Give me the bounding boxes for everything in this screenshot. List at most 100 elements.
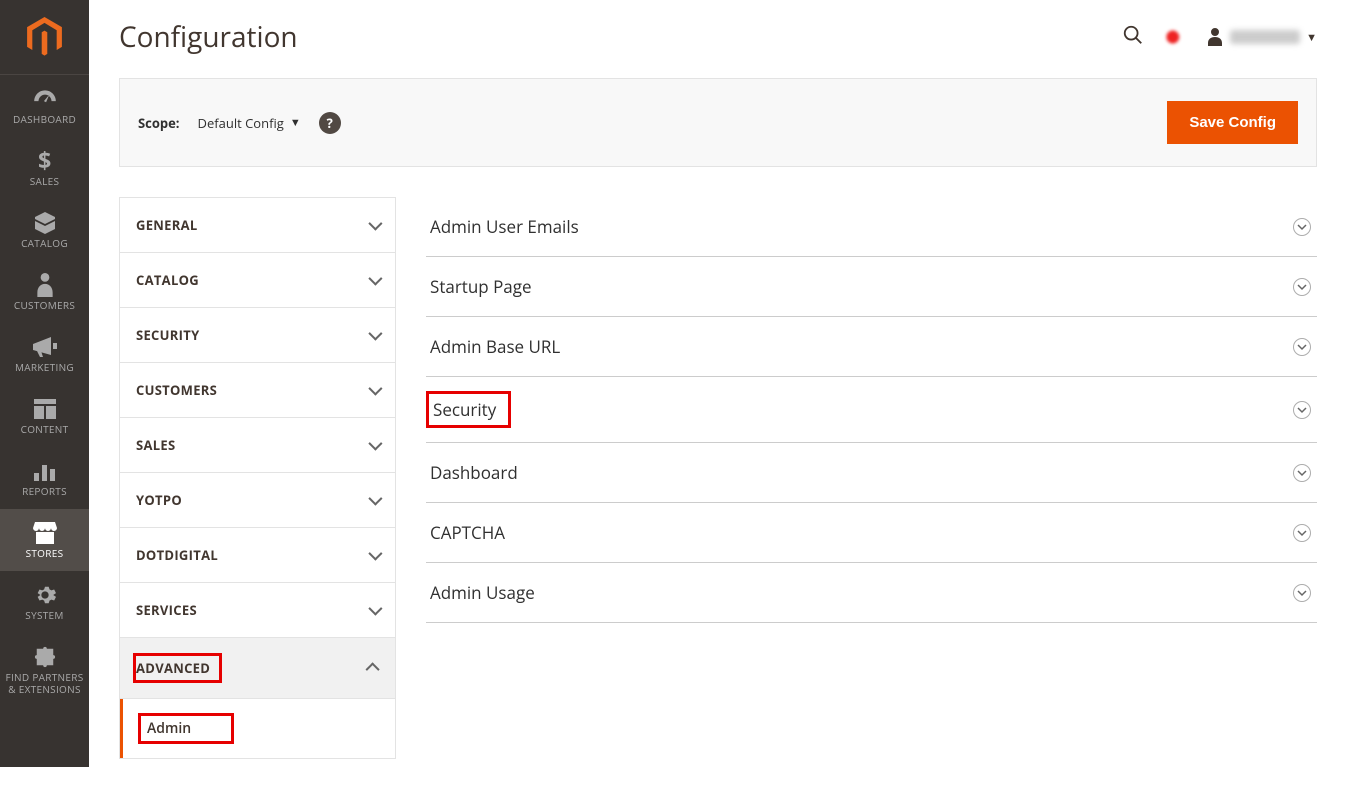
section-title: Dashboard xyxy=(430,461,518,484)
sidebar-item-label: MARKETING xyxy=(11,361,78,373)
config-group-label: CATALOG xyxy=(136,271,199,289)
config-group-label: GENERAL xyxy=(136,216,198,234)
section-captcha[interactable]: CAPTCHA xyxy=(426,503,1317,563)
config-content: GENERAL CATALOG SECURITY CUSTOMERS SALES… xyxy=(119,197,1317,759)
config-group-advanced-items: Admin xyxy=(120,699,395,758)
main-content: Configuration ▼ Scope: Default Config ▼ … xyxy=(89,0,1347,799)
puzzle-icon xyxy=(34,643,56,671)
bar-chart-icon xyxy=(34,457,56,485)
account-menu[interactable]: ▼ xyxy=(1206,28,1317,46)
storefront-icon xyxy=(33,519,57,547)
magento-logo[interactable] xyxy=(0,0,89,75)
sidebar-item-stores[interactable]: STORES xyxy=(0,509,89,571)
sidebar-item-label: SALES xyxy=(26,175,64,187)
notification-indicator[interactable] xyxy=(1164,28,1186,46)
section-title: Admin Usage xyxy=(430,581,535,604)
sidebar-item-label: SYSTEM xyxy=(21,609,67,621)
page-title: Configuration xyxy=(119,18,298,56)
config-group-general[interactable]: GENERAL xyxy=(120,198,395,253)
section-security[interactable]: Security xyxy=(426,377,1317,443)
section-admin-user-emails[interactable]: Admin User Emails xyxy=(426,197,1317,257)
megaphone-icon xyxy=(33,333,57,361)
highlight-advanced: ADVANCED xyxy=(133,653,222,683)
config-group-advanced[interactable]: ADVANCED xyxy=(120,638,395,699)
sidebar-item-label: CONTENT xyxy=(17,423,73,435)
sidebar-item-label: STORES xyxy=(22,547,68,559)
chevron-down-icon xyxy=(369,601,379,619)
user-icon xyxy=(1206,28,1224,46)
config-group-catalog[interactable]: CATALOG xyxy=(120,253,395,308)
section-title: Admin User Emails xyxy=(430,215,579,238)
dollar-icon: $ xyxy=(38,147,52,175)
sidebar-item-customers[interactable]: CUSTOMERS xyxy=(0,261,89,323)
gear-icon xyxy=(34,581,56,609)
section-dashboard[interactable]: Dashboard xyxy=(426,443,1317,503)
header-actions: ▼ xyxy=(1122,24,1317,50)
sidebar-item-system[interactable]: SYSTEM xyxy=(0,571,89,633)
gauge-icon xyxy=(32,85,58,113)
admin-sidebar: DASHBOARD $ SALES CATALOG CUSTOMERS MARK… xyxy=(0,0,89,767)
config-group-label: SECURITY xyxy=(136,326,199,344)
config-group-label: SERVICES xyxy=(136,601,197,619)
box-icon xyxy=(33,209,57,237)
caret-down-icon: ▼ xyxy=(290,115,301,130)
chevron-down-icon xyxy=(369,546,379,564)
sidebar-item-reports[interactable]: REPORTS xyxy=(0,447,89,509)
highlight-admin: Admin xyxy=(138,713,234,744)
section-admin-base-url[interactable]: Admin Base URL xyxy=(426,317,1317,377)
page-header: Configuration ▼ xyxy=(89,0,1347,78)
chevron-down-icon xyxy=(369,216,379,234)
sidebar-item-catalog[interactable]: CATALOG xyxy=(0,199,89,261)
section-startup-page[interactable]: Startup Page xyxy=(426,257,1317,317)
scope-bar: Scope: Default Config ▼ ? Save Config xyxy=(119,78,1317,167)
chevron-up-icon xyxy=(369,659,379,677)
expand-icon xyxy=(1293,278,1311,296)
caret-down-icon: ▼ xyxy=(1306,30,1317,45)
help-icon[interactable]: ? xyxy=(319,112,341,134)
section-title: Admin Base URL xyxy=(430,335,560,358)
config-group-label: DOTDIGITAL xyxy=(136,546,218,564)
chevron-down-icon xyxy=(369,436,379,454)
section-title: Security xyxy=(433,398,496,421)
chevron-down-icon xyxy=(369,326,379,344)
sidebar-item-label: DASHBOARD xyxy=(9,113,80,125)
scope-label: Scope: xyxy=(138,114,180,132)
config-group-label: YOTPO xyxy=(136,491,182,509)
sidebar-item-partners[interactable]: FIND PARTNERS & EXTENSIONS xyxy=(0,633,89,707)
chevron-down-icon xyxy=(369,491,379,509)
person-icon xyxy=(36,271,54,299)
config-subitem-label: Admin xyxy=(147,719,191,738)
highlight-security: Security xyxy=(426,391,511,428)
search-icon[interactable] xyxy=(1122,24,1144,50)
config-group-services[interactable]: SERVICES xyxy=(120,583,395,638)
config-group-yotpo[interactable]: YOTPO xyxy=(120,473,395,528)
config-group-sales[interactable]: SALES xyxy=(120,418,395,473)
sidebar-item-content[interactable]: CONTENT xyxy=(0,385,89,447)
config-subitem-admin[interactable]: Admin xyxy=(120,699,395,758)
account-name xyxy=(1230,30,1300,44)
save-config-button[interactable]: Save Config xyxy=(1167,101,1298,144)
section-title: CAPTCHA xyxy=(430,521,505,544)
config-group-dotdigital[interactable]: DOTDIGITAL xyxy=(120,528,395,583)
expand-icon xyxy=(1293,524,1311,542)
section-admin-usage[interactable]: Admin Usage xyxy=(426,563,1317,623)
sidebar-item-label: CUSTOMERS xyxy=(10,299,79,311)
sidebar-item-marketing[interactable]: MARKETING xyxy=(0,323,89,385)
config-group-customers[interactable]: CUSTOMERS xyxy=(120,363,395,418)
section-title: Startup Page xyxy=(430,275,532,298)
config-group-security[interactable]: SECURITY xyxy=(120,308,395,363)
config-sections: Admin User Emails Startup Page Admin Bas… xyxy=(426,197,1317,623)
sidebar-item-label: FIND PARTNERS & EXTENSIONS xyxy=(0,671,89,695)
sidebar-item-dashboard[interactable]: DASHBOARD xyxy=(0,75,89,137)
config-nav: GENERAL CATALOG SECURITY CUSTOMERS SALES… xyxy=(119,197,396,759)
sidebar-item-sales[interactable]: $ SALES xyxy=(0,137,89,199)
expand-icon xyxy=(1293,584,1311,602)
expand-icon xyxy=(1293,464,1311,482)
expand-icon xyxy=(1293,401,1311,419)
expand-icon xyxy=(1293,338,1311,356)
config-group-label: SALES xyxy=(136,436,175,454)
scope-select[interactable]: Default Config ▼ xyxy=(198,114,301,132)
config-group-label: ADVANCED xyxy=(136,659,210,677)
chevron-down-icon xyxy=(369,381,379,399)
svg-text:$: $ xyxy=(38,149,51,173)
